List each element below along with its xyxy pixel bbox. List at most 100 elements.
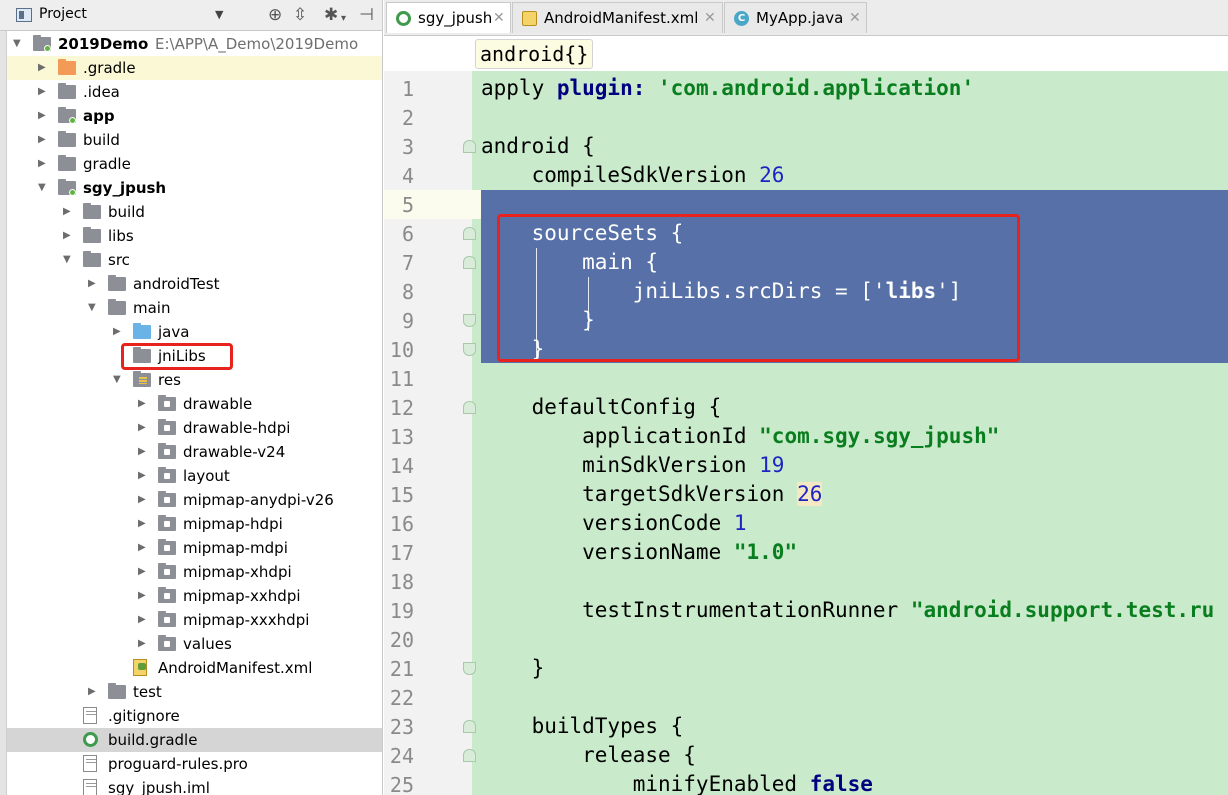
tree-item[interactable]: ▶ androidTest [7, 272, 382, 296]
code-line[interactable]: 25 minifyEnabled false [384, 770, 1228, 795]
tree-item[interactable]: build.gradle [7, 728, 382, 752]
code-line[interactable]: 4 compileSdkVersion 26 [384, 161, 1228, 190]
tree-item[interactable]: .gitignore [7, 704, 382, 728]
code-line[interactable]: 22 [384, 683, 1228, 712]
code-line[interactable]: 11 [384, 364, 1228, 393]
chevron-right-icon[interactable]: ▶ [138, 589, 146, 603]
tab-sgy-jpush[interactable]: sgy_jpush ✕ [386, 2, 511, 33]
tree-item[interactable]: ▶ java [7, 320, 382, 344]
gear-menu-arrow-icon[interactable]: ▾ [341, 8, 346, 30]
tree-item[interactable]: ▶ drawable-v24 [7, 440, 382, 464]
fold-marker-icon[interactable] [463, 314, 476, 327]
fold-marker-icon[interactable] [463, 140, 476, 153]
fold-marker-icon[interactable] [463, 720, 476, 733]
fold-marker-icon[interactable] [463, 401, 476, 414]
fold-marker-icon[interactable] [463, 343, 476, 356]
chevron-right-icon[interactable]: ▶ [38, 133, 46, 147]
chevron-right-icon[interactable]: ▶ [38, 61, 46, 75]
close-icon[interactable]: ✕ [704, 9, 716, 27]
chevron-right-icon[interactable]: ▶ [138, 637, 146, 651]
project-view-selector[interactable]: Project [39, 6, 87, 22]
tree-item[interactable]: ▶ layout [7, 464, 382, 488]
tree-item[interactable]: ▶ app [7, 104, 382, 128]
close-icon[interactable]: ✕ [849, 9, 861, 27]
fold-marker-icon[interactable] [463, 227, 476, 240]
project-tree[interactable]: ▼ 2019Demo E:\APP\A_Demo\2019Demo ▶ .gradle ▶… [7, 31, 382, 795]
code-line[interactable]: 20 [384, 625, 1228, 654]
fold-marker-icon[interactable] [463, 662, 476, 675]
chevron-down-icon[interactable]: ▼ [38, 181, 46, 195]
locate-target-icon[interactable]: ⊕ [268, 4, 282, 26]
chevron-right-icon[interactable]: ▶ [88, 277, 96, 291]
code-line[interactable]: 21 } [384, 654, 1228, 683]
tree-item[interactable]: ▶ values [7, 632, 382, 656]
tree-item[interactable]: ▶ mipmap-xhdpi [7, 560, 382, 584]
chevron-right-icon[interactable]: ▶ [63, 229, 71, 243]
chevron-right-icon[interactable]: ▶ [138, 493, 146, 507]
chevron-right-icon[interactable]: ▶ [113, 325, 121, 339]
tree-item[interactable]: ▼ res [7, 368, 382, 392]
tree-item[interactable]: ▶ mipmap-hdpi [7, 512, 382, 536]
tree-item[interactable]: ▶ gradle [7, 152, 382, 176]
tree-item[interactable]: ▶ .idea [7, 80, 382, 104]
tab-android-manifest[interactable]: AndroidManifest.xml ✕ [512, 2, 723, 33]
code-line[interactable]: 2 [384, 103, 1228, 132]
chevron-down-icon[interactable]: ▼ [113, 373, 121, 387]
chevron-right-icon[interactable]: ▶ [138, 541, 146, 555]
tree-item[interactable]: ▶ mipmap-xxhdpi [7, 584, 382, 608]
chevron-right-icon[interactable]: ▶ [38, 109, 46, 123]
chevron-right-icon[interactable]: ▶ [138, 445, 146, 459]
tree-item[interactable]: ▼ 2019Demo E:\APP\A_Demo\2019Demo [7, 32, 382, 56]
code-line[interactable]: 12 defaultConfig { [384, 393, 1228, 422]
code-line[interactable]: 14 minSdkVersion 19 [384, 451, 1228, 480]
gear-icon[interactable]: ✱ [324, 4, 338, 26]
chevron-down-icon[interactable]: ▼ [215, 8, 223, 21]
tree-item[interactable]: ▶ mipmap-xxxhdpi [7, 608, 382, 632]
collapse-all-icon[interactable]: ⇳ [293, 4, 307, 26]
chevron-right-icon[interactable]: ▶ [63, 205, 71, 219]
tree-item[interactable]: ▶ mipmap-anydpi-v26 [7, 488, 382, 512]
tree-item[interactable]: ▶ .gradle [7, 56, 382, 80]
code-line[interactable]: 19 testInstrumentationRunner "android.su… [384, 596, 1228, 625]
code-line[interactable]: 3 android { [384, 132, 1228, 161]
tree-item[interactable]: ▼ main [7, 296, 382, 320]
code-line[interactable]: 24 release { [384, 741, 1228, 770]
tree-item[interactable]: ▶ drawable-hdpi [7, 416, 382, 440]
tree-item[interactable]: ▶ build [7, 128, 382, 152]
code-line[interactable]: 16 versionCode 1 [384, 509, 1228, 538]
chevron-down-icon[interactable]: ▼ [13, 37, 21, 51]
tree-item[interactable]: proguard-rules.pro [7, 752, 382, 776]
code-line[interactable]: 18 [384, 567, 1228, 596]
chevron-right-icon[interactable]: ▶ [138, 469, 146, 483]
hide-panel-icon[interactable]: ⊣ [359, 4, 374, 26]
tree-item[interactable]: ▶ build [7, 200, 382, 224]
tree-item[interactable]: ▼ src [7, 248, 382, 272]
code-line[interactable]: 1 apply plugin: 'com.android.application' [384, 74, 1228, 103]
tree-item[interactable]: sgy_jpush.iml [7, 776, 382, 795]
tree-item[interactable]: ▶ mipmap-mdpi [7, 536, 382, 560]
chevron-right-icon[interactable]: ▶ [138, 421, 146, 435]
chevron-right-icon[interactable]: ▶ [38, 85, 46, 99]
breadcrumb-item-android[interactable]: android{} [475, 39, 594, 69]
chevron-right-icon[interactable]: ▶ [138, 517, 146, 531]
fold-marker-icon[interactable] [463, 256, 476, 269]
chevron-right-icon[interactable]: ▶ [138, 613, 146, 627]
chevron-right-icon[interactable]: ▶ [138, 397, 146, 411]
code-line[interactable]: 17 versionName "1.0" [384, 538, 1228, 567]
close-icon[interactable]: ✕ [493, 9, 505, 27]
fold-marker-icon[interactable] [463, 749, 476, 762]
tree-item[interactable]: ▶ libs [7, 224, 382, 248]
chevron-right-icon[interactable]: ▶ [38, 157, 46, 171]
tab-myapp-java[interactable]: C MyApp.java ✕ [724, 2, 867, 33]
code-line[interactable]: 15 targetSdkVersion 26 [384, 480, 1228, 509]
tree-item[interactable]: ▶ drawable [7, 392, 382, 416]
chevron-down-icon[interactable]: ▼ [63, 253, 71, 267]
code-line[interactable]: 23 buildTypes { [384, 712, 1228, 741]
chevron-down-icon[interactable]: ▼ [88, 301, 96, 315]
chevron-right-icon[interactable]: ▶ [88, 685, 96, 699]
tree-item[interactable]: AndroidManifest.xml [7, 656, 382, 680]
tree-item[interactable]: ▼ sgy_jpush [7, 176, 382, 200]
code-line[interactable]: 13 applicationId "com.sgy.sgy_jpush" [384, 422, 1228, 451]
tree-item[interactable]: ▶ test [7, 680, 382, 704]
chevron-right-icon[interactable]: ▶ [138, 565, 146, 579]
